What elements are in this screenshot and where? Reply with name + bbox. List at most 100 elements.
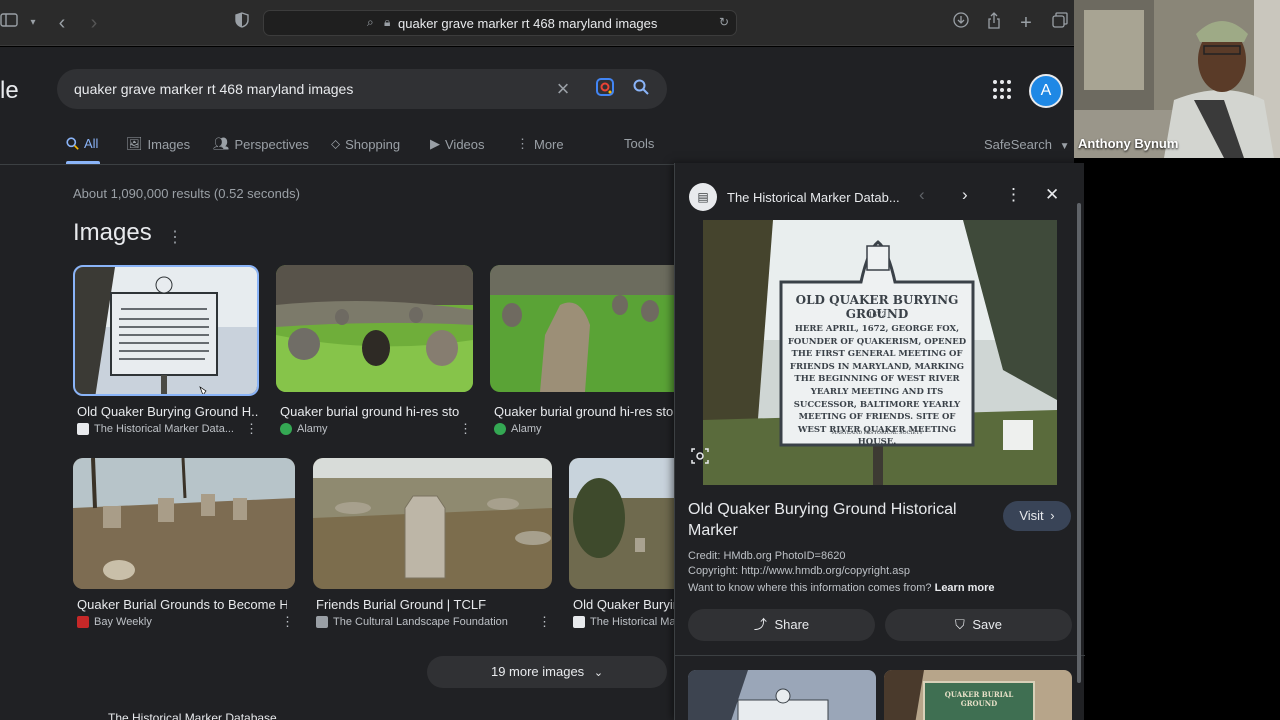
tab-label: All (84, 136, 99, 151)
tab-more[interactable]: ⋮ More (516, 136, 564, 152)
alamy-favicon-icon (494, 423, 506, 435)
related-image-thumbnail[interactable] (688, 670, 876, 720)
kebab-icon[interactable]: ⋮ (245, 421, 258, 437)
kebab-icon[interactable]: ⋮ (167, 227, 183, 247)
share-button[interactable]: ⤴ Share (688, 609, 875, 641)
result-source[interactable]: Bay Weekly (77, 616, 267, 628)
result-title[interactable]: Quaker burial ground hi-res sto... (280, 404, 460, 419)
result-source[interactable]: The Cultural Landscape Foundation (316, 616, 526, 628)
source-label: The Cultural Landscape Foundation (333, 616, 508, 628)
kebab-icon: ⋮ (516, 136, 529, 151)
lens-icon[interactable] (691, 448, 713, 468)
search-query[interactable]: quaker grave marker rt 468 maryland imag… (74, 81, 353, 97)
search-icon[interactable] (630, 78, 652, 100)
close-icon[interactable]: ✕ (1045, 185, 1059, 205)
image-result-thumbnail[interactable] (276, 265, 473, 392)
result-source[interactable]: The Historical Marker Data... (77, 423, 237, 435)
shield-icon[interactable] (231, 12, 253, 34)
image-result-thumbnail[interactable] (313, 458, 552, 589)
sidebar-toggle-icon[interactable] (0, 12, 18, 34)
previous-icon[interactable]: ‹ (919, 185, 925, 205)
preview-image[interactable]: OLD QUAKER BURYING GROUND 1672 HERE APRI… (703, 220, 1057, 485)
learn-more-prefix: Want to know where this information come… (688, 582, 932, 594)
image-result-thumbnail[interactable] (569, 458, 674, 589)
kebab-icon[interactable]: ⋮ (538, 614, 551, 630)
result-title[interactable]: Old Quaker Buryin (573, 597, 674, 612)
tab-perspectives[interactable]: 👥︎ Perspectives (213, 136, 309, 152)
result-title[interactable]: Friends Burial Ground | TCLF (316, 597, 546, 612)
tab-label: Images (147, 136, 191, 152)
url-text: quaker grave marker rt 468 maryland imag… (398, 16, 658, 31)
chevron-down-icon: ⌄ (593, 667, 604, 679)
forward-icon[interactable]: › (83, 12, 105, 34)
result-source[interactable]: The Historical Ma (573, 616, 674, 628)
hmdb-favicon-icon: ▤ (689, 183, 717, 211)
images-heading: Images (73, 219, 152, 246)
visit-button[interactable]: Visit › (1003, 501, 1071, 531)
address-bar[interactable]: ⌕ 🔒︎ quaker grave marker rt 468 maryland… (263, 10, 737, 36)
image-result-thumbnail[interactable] (490, 265, 674, 392)
save-button[interactable]: ⛉ Save (885, 609, 1072, 641)
next-result-title[interactable]: The Historical Marker Database (108, 711, 277, 720)
results-count: About 1,090,000 results (0.52 seconds) (73, 186, 300, 201)
alamy-favicon-icon (280, 423, 292, 435)
bookmark-icon: ⛉ (954, 617, 965, 632)
tab-videos[interactable]: ▶︎ Videos (430, 136, 485, 152)
apps-grid-icon[interactable] (993, 80, 1013, 100)
related-image-thumbnail[interactable]: QUAKER BURIAL GROUND (884, 670, 1072, 720)
tab-label: Perspectives (234, 136, 309, 152)
google-logo[interactable]: le (0, 77, 19, 105)
safesearch-button[interactable]: SafeSearch ▼ (984, 137, 1069, 152)
back-icon[interactable]: ‹ (51, 12, 73, 34)
learn-more-link[interactable]: Learn more (935, 582, 995, 594)
tclf-favicon-icon (316, 616, 328, 628)
chevron-down-icon[interactable]: ▾ (22, 12, 44, 34)
image-preview-panel: ▤ The Historical Marker Datab... ‹ › ⋮ ✕… (674, 163, 1085, 720)
panel-source-name[interactable]: The Historical Marker Datab... (727, 190, 900, 205)
tools-button[interactable]: Tools (624, 136, 654, 151)
image-result-thumbnail[interactable] (73, 458, 295, 589)
source-label: Alamy (297, 423, 328, 435)
avatar[interactable]: A (1029, 74, 1063, 108)
lens-icon[interactable] (594, 78, 616, 100)
save-label: Save (972, 617, 1003, 632)
marker-footer: MARYLAND HISTORICAL SOCIETY (831, 430, 923, 436)
kebab-icon[interactable]: ⋮ (1005, 185, 1022, 205)
panel-scrollbar[interactable] (1077, 203, 1081, 683)
site-favicon-icon (573, 616, 585, 628)
tab-images[interactable]: 🖼︎ Images (126, 136, 190, 152)
image-icon: 🖼︎ (126, 136, 143, 151)
next-icon[interactable]: › (962, 185, 968, 205)
panel-title[interactable]: Old Quaker Burying Ground Historical Mar… (688, 499, 978, 541)
people-icon: 👥︎ (213, 136, 230, 151)
learn-more-row: Want to know where this information come… (688, 582, 995, 594)
share-icon: ⤴ (753, 617, 767, 632)
tab-label: More (534, 136, 564, 152)
lock-icon: 🔒︎ (384, 15, 391, 29)
more-images-button[interactable]: 19 more images ⌄ (427, 656, 667, 688)
download-icon[interactable] (950, 12, 972, 34)
site-favicon-icon (77, 423, 89, 435)
more-images-label: 19 more images (490, 664, 585, 679)
result-source[interactable]: Alamy (280, 423, 450, 435)
result-source[interactable]: Alamy (494, 423, 664, 435)
webcam-overlay: Anthony Bynum (1074, 0, 1280, 158)
search-icon: ⌕ (367, 15, 374, 29)
tab-overview-icon[interactable] (1049, 12, 1071, 34)
result-title[interactable]: Quaker burial ground hi-res sto... (494, 404, 674, 419)
reload-icon[interactable]: ↻ (719, 15, 729, 29)
image-result-thumbnail[interactable] (73, 265, 259, 396)
kebab-icon[interactable]: ⋮ (281, 614, 294, 630)
kebab-icon[interactable]: ⋮ (459, 421, 472, 437)
new-tab-icon[interactable]: + (1015, 12, 1037, 34)
result-title[interactable]: Quaker Burial Grounds to Become Hi... (77, 597, 287, 612)
share-icon[interactable] (983, 12, 1005, 34)
search-input[interactable]: quaker grave marker rt 468 maryland imag… (57, 69, 667, 109)
tab-shopping[interactable]: ⬦ Shopping (331, 136, 400, 152)
participant-name: Anthony Bynum (1078, 136, 1179, 151)
tab-label: Videos (445, 136, 485, 152)
search-icon (66, 137, 79, 150)
clear-icon[interactable]: × (552, 78, 574, 100)
tab-all[interactable]: All (66, 136, 98, 151)
result-title[interactable]: Old Quaker Burying Ground H... (77, 404, 259, 419)
